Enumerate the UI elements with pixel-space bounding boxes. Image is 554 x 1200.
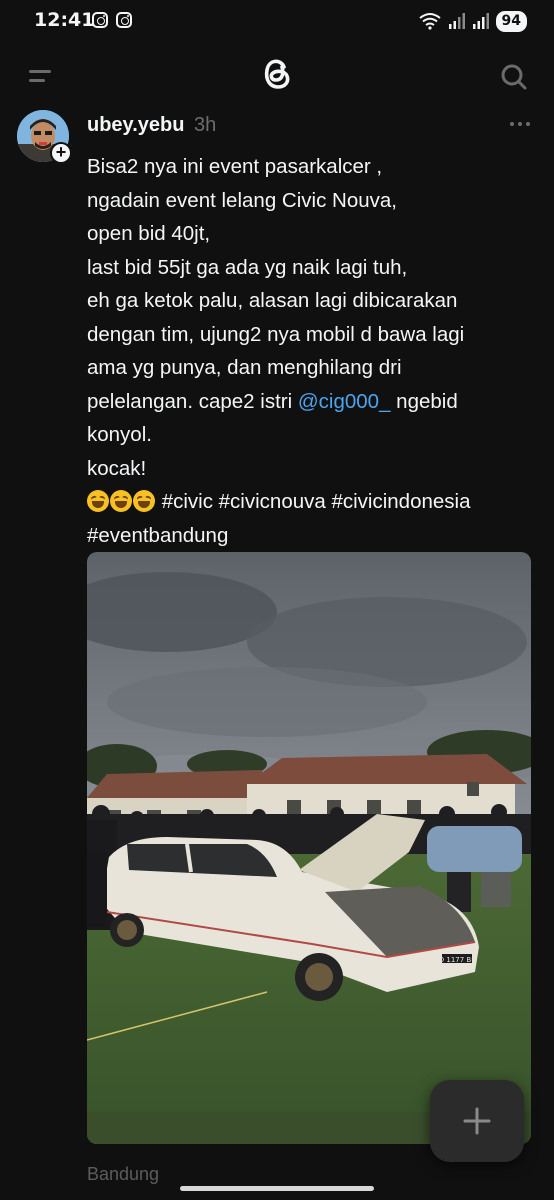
post-header: ubey.yebu 3h bbox=[87, 112, 216, 138]
search-icon[interactable] bbox=[500, 63, 528, 91]
post-text-line: Bisa2 nya ini event pasarkalcer , bbox=[87, 155, 383, 178]
instagram-notification-icon bbox=[116, 12, 132, 28]
more-options-icon[interactable] bbox=[510, 122, 530, 126]
post-text-line: eh ga ketok palu, alasan lagi dibicaraka… bbox=[87, 289, 458, 312]
laughing-emoji-icon bbox=[87, 490, 109, 512]
license-plate-text: D 1177 BF bbox=[439, 956, 475, 964]
home-indicator[interactable] bbox=[180, 1186, 374, 1191]
post-text-segment: ngebid bbox=[390, 389, 458, 413]
laughing-emoji-icon bbox=[110, 490, 132, 512]
post-text-line: open bid 40jt, bbox=[87, 222, 211, 245]
post-text-line: ngadain event lelang Civic Nouva, bbox=[87, 188, 397, 212]
post-text-line: konyol. bbox=[87, 423, 152, 446]
post-text-line: kocak! bbox=[87, 456, 147, 480]
post-text-line: #civic #civicnouva #civicindonesia bbox=[87, 485, 542, 519]
status-icons: 94 bbox=[418, 9, 527, 33]
post-text-line: dengan tim, ujung2 nya mobil d bawa lagi bbox=[87, 322, 465, 346]
hashtags[interactable]: #civic #civicnouva #civicindonesia bbox=[162, 490, 471, 513]
post-text-line: ama yg punya, dan menghilang dri bbox=[87, 356, 402, 379]
wifi-icon bbox=[418, 13, 441, 30]
post-photo[interactable]: D 1177 BF bbox=[87, 552, 531, 1144]
menu-icon[interactable] bbox=[29, 68, 51, 84]
status-time: 12:41 bbox=[34, 9, 95, 31]
threads-logo-icon[interactable] bbox=[257, 53, 297, 93]
username[interactable]: ubey.yebu bbox=[87, 114, 184, 136]
battery-indicator: 94 bbox=[495, 10, 527, 32]
new-thread-button[interactable] bbox=[430, 1080, 524, 1162]
post-timestamp: 3h bbox=[194, 114, 217, 136]
follow-plus-button[interactable]: + bbox=[50, 142, 72, 164]
post-body: Bisa2 nya ini event pasarkalcer , ngadai… bbox=[87, 150, 542, 552]
signal-icon bbox=[472, 13, 489, 29]
laughing-emoji-icon bbox=[133, 490, 155, 512]
status-bar: 12:41 94 bbox=[0, 0, 554, 44]
car-event-photo: D 1177 BF bbox=[87, 552, 531, 1144]
post-text-line: last bid 55jt ga ada yg naik lagi tuh, bbox=[87, 255, 408, 279]
mention-link[interactable]: @cig000_ bbox=[298, 390, 391, 413]
post-text-line: pelelangan. cape2 istri @cig000_ ngebid bbox=[87, 385, 542, 419]
plus-icon bbox=[463, 1107, 491, 1135]
location-label[interactable]: Bandung bbox=[87, 1164, 159, 1185]
post-text-segment: pelelangan. cape2 istri bbox=[87, 389, 298, 413]
signal-icon bbox=[448, 13, 465, 29]
instagram-notification-icon bbox=[92, 12, 108, 28]
top-navigation bbox=[0, 48, 554, 104]
hashtag-link[interactable]: #eventbandung bbox=[87, 519, 542, 553]
